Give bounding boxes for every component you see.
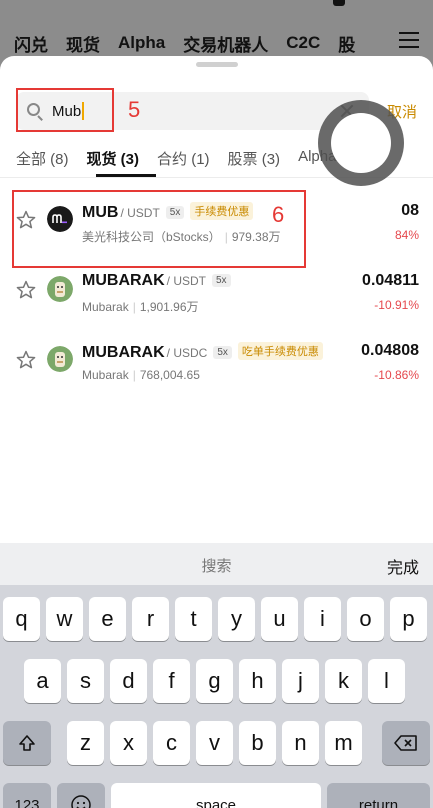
promo-badge: 吃单手续费优惠 xyxy=(237,342,323,360)
annotation-number: 5 xyxy=(128,97,141,122)
key-w[interactable]: w xyxy=(46,597,83,641)
key-t[interactable]: t xyxy=(175,597,212,641)
change-text: -10.91% xyxy=(374,298,419,312)
price-text: 08 xyxy=(401,202,419,219)
keyboard: 搜索 完成 q w e r t y u i o p a s d f g h j k l z x c v b n m 123 space… xyxy=(0,543,433,808)
price-text: 0.04808 xyxy=(361,342,419,359)
key-d[interactable]: d xyxy=(110,659,147,703)
key-j[interactable]: j xyxy=(282,659,319,703)
key-o[interactable]: o xyxy=(347,597,384,641)
keyboard-hint: 搜索 xyxy=(201,558,232,575)
key-n[interactable]: n xyxy=(282,721,319,765)
backspace-icon xyxy=(394,735,417,751)
coin-logo-icon xyxy=(47,346,73,372)
screen: 闪兑 现货 Alpha 交易机器人 C2C 股 Mub 取消 5 全部 (8) … xyxy=(0,0,433,808)
key-s[interactable]: s xyxy=(67,659,104,703)
numbers-key[interactable]: 123 xyxy=(3,783,51,808)
tab-all[interactable]: 全部 (8) xyxy=(16,148,69,170)
return-key[interactable]: return xyxy=(327,783,430,808)
key-i[interactable]: i xyxy=(304,597,341,641)
key-x[interactable]: x xyxy=(110,721,147,765)
key-h[interactable]: h xyxy=(239,659,276,703)
key-m[interactable]: m xyxy=(325,721,362,765)
keyboard-toolbar: 搜索 完成 xyxy=(0,543,433,585)
done-button[interactable]: 完成 xyxy=(387,554,419,578)
shift-key[interactable] xyxy=(3,721,51,765)
key-l[interactable]: l xyxy=(368,659,405,703)
symbol-text: MUBARAK / USDT 5x xyxy=(82,272,231,290)
star-icon[interactable] xyxy=(16,280,36,300)
key-b[interactable]: b xyxy=(239,721,276,765)
star-icon[interactable] xyxy=(16,350,36,370)
key-f[interactable]: f xyxy=(153,659,190,703)
key-r[interactable]: r xyxy=(132,597,169,641)
price-text: 0.04811 xyxy=(362,272,419,289)
assistive-touch-button[interactable] xyxy=(318,100,404,186)
leverage-badge: 5x xyxy=(212,274,231,287)
tab-contracts[interactable]: 合约 (1) xyxy=(157,148,210,170)
annotation-box-result xyxy=(12,190,306,268)
leverage-badge: 5x xyxy=(213,346,232,359)
change-text: -10.86% xyxy=(374,368,419,382)
emoji-key[interactable] xyxy=(57,783,105,808)
shift-icon xyxy=(19,735,35,751)
key-u[interactable]: u xyxy=(261,597,298,641)
key-v[interactable]: v xyxy=(196,721,233,765)
key-y[interactable]: y xyxy=(218,597,255,641)
key-k[interactable]: k xyxy=(325,659,362,703)
key-p[interactable]: p xyxy=(390,597,427,641)
list-item[interactable]: MUBARAK / USDC 5x 吃单手续费优惠 Mubarak | 768,004.6… xyxy=(0,326,433,396)
tab-spot[interactable]: 现货 (3) xyxy=(87,148,140,170)
key-a[interactable]: a xyxy=(24,659,61,703)
key-c[interactable]: c xyxy=(153,721,190,765)
emoji-icon xyxy=(71,795,91,808)
key-q[interactable]: q xyxy=(3,597,40,641)
delete-key[interactable] xyxy=(382,721,430,765)
annotation-box-search xyxy=(16,88,114,132)
asset-subtitle: Mubarak | 1,901.96万 xyxy=(82,300,199,314)
key-e[interactable]: e xyxy=(89,597,126,641)
change-text: 84% xyxy=(394,228,419,242)
symbol-text: MUBARAK / USDC 5x 吃单手续费优惠 xyxy=(82,342,323,362)
coin-logo-icon xyxy=(47,276,73,302)
key-g[interactable]: g xyxy=(196,659,233,703)
annotation-number: 6 xyxy=(272,202,285,227)
key-z[interactable]: z xyxy=(67,721,104,765)
sheet-grabber[interactable] xyxy=(196,62,238,67)
space-key[interactable]: space xyxy=(111,783,321,808)
tab-stocks[interactable]: 股票 (3) xyxy=(228,148,281,170)
asset-subtitle: Mubarak | 768,004.65 xyxy=(82,368,200,382)
